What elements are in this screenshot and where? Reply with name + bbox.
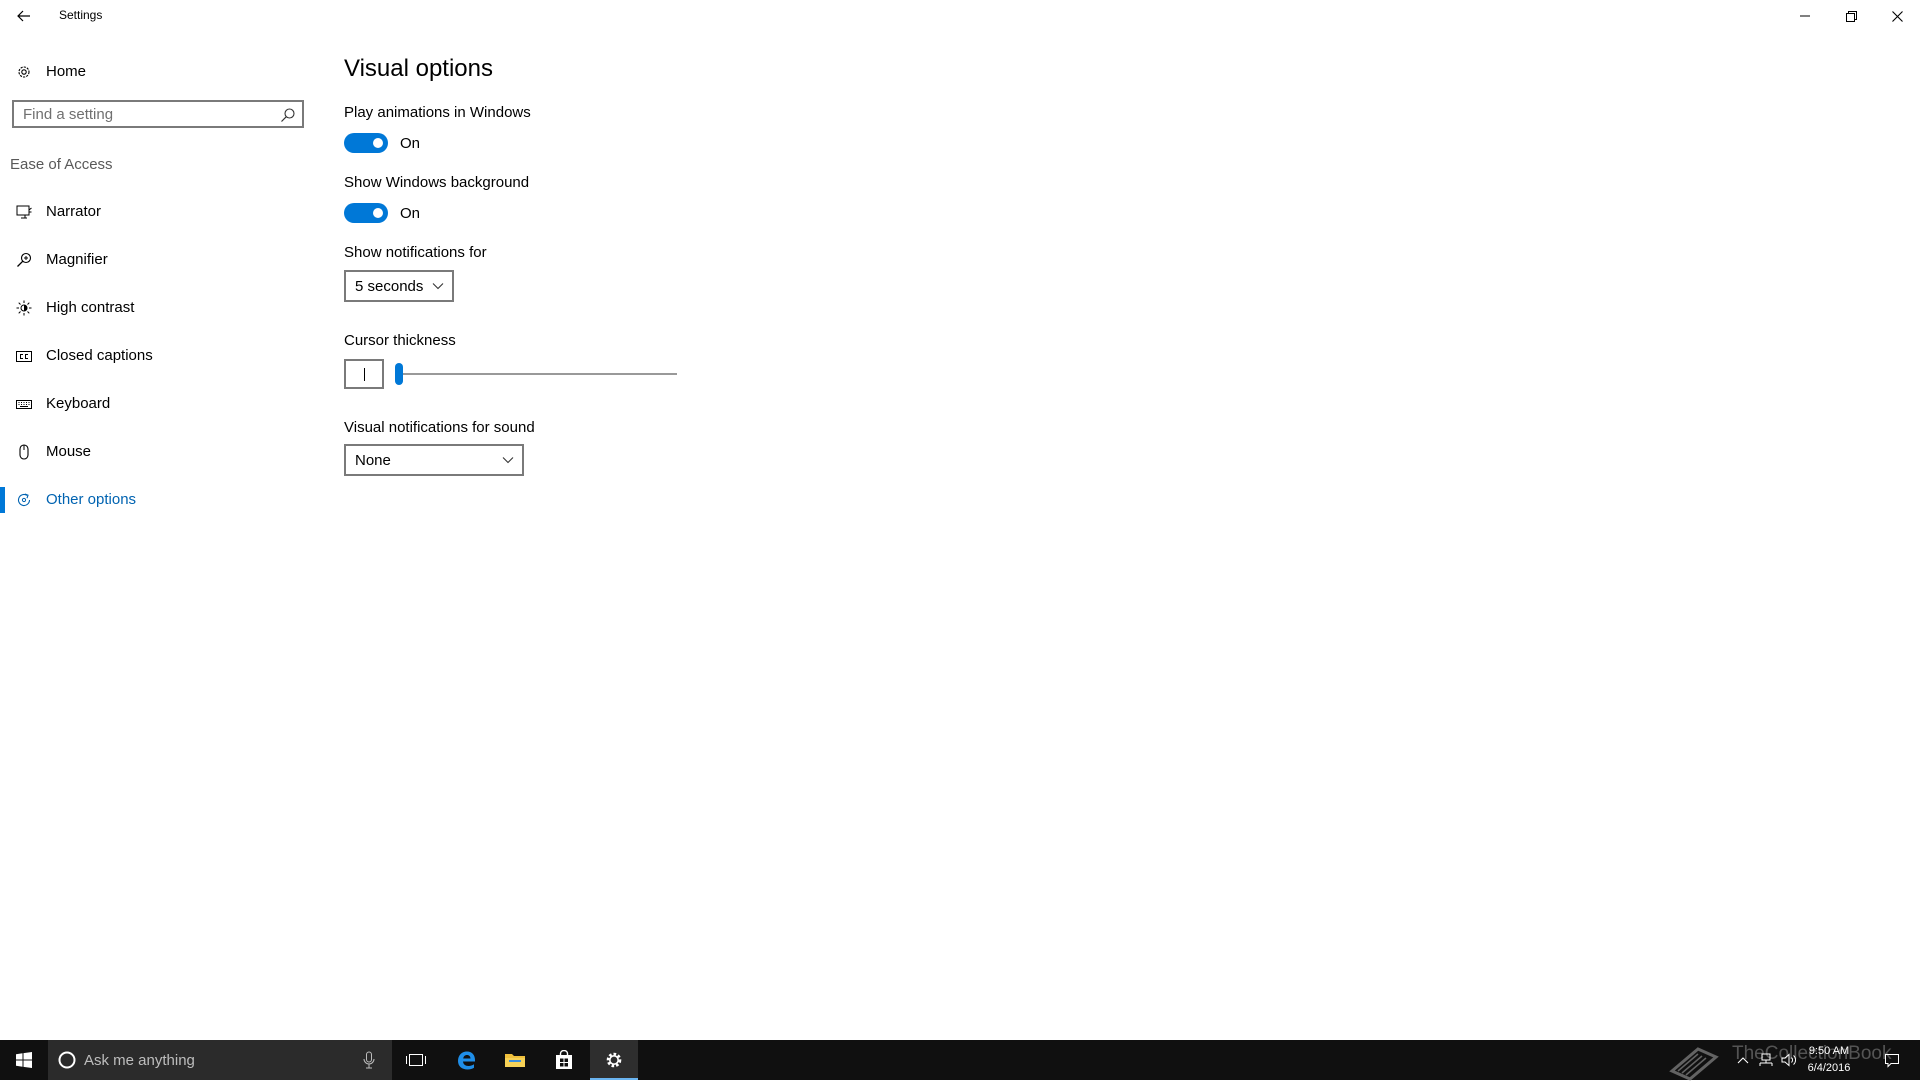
notifications-duration-dropdown[interactable]: 5 seconds [344, 270, 454, 302]
close-button[interactable] [1874, 0, 1920, 32]
cursor-thickness-preview [344, 359, 384, 389]
narrator-icon [15, 203, 33, 221]
close-icon [1891, 10, 1903, 22]
taskbar-clock[interactable]: 9:50 AM 6/4/2016 [1800, 1043, 1858, 1077]
visual-notifications-dropdown[interactable]: None [344, 444, 524, 476]
sidebar-item-label: Closed captions [46, 347, 153, 364]
store-bag-icon [556, 1050, 572, 1069]
toggle-switch[interactable] [344, 133, 388, 153]
sidebar-item-label: Mouse [46, 443, 92, 460]
sidebar-item-label: Keyboard [46, 395, 111, 412]
sidebar-item-label: Narrator [46, 203, 102, 220]
clock-time: 9:50 AM [1808, 1045, 1850, 1057]
mouse-icon [15, 443, 33, 461]
edge-icon [458, 1051, 475, 1070]
sidebar-item-label: High contrast [46, 299, 135, 316]
cursor-thickness-slider[interactable] [395, 359, 677, 389]
sidebar-item-magnifier[interactable]: Magnifier [0, 240, 320, 280]
taskbar-search-box[interactable]: Ask me anything [48, 1040, 392, 1080]
cortana-icon [58, 1051, 76, 1069]
back-button[interactable] [10, 0, 38, 32]
clock-date: 6/4/2016 [1807, 1062, 1851, 1074]
folder-icon [505, 1054, 525, 1067]
sidebar-item-home[interactable]: Home [0, 52, 320, 92]
sidebar-item-narrator[interactable]: Narrator [0, 192, 320, 232]
section-label-ease-of-access: Ease of Access [10, 156, 113, 173]
chevron-down-icon [432, 283, 444, 290]
task-view-button[interactable] [392, 1040, 440, 1080]
toggle-state-label: On [400, 205, 421, 222]
settings-gear-icon [606, 1052, 622, 1068]
visual-notifications-label: Visual notifications for sound [344, 419, 535, 436]
settings-taskbar-button[interactable] [590, 1040, 638, 1080]
page-title: Visual options [344, 55, 493, 82]
action-center-button[interactable] [1882, 1050, 1902, 1070]
other-options-icon [15, 491, 33, 509]
task-view-icon [406, 1054, 426, 1066]
microphone-icon[interactable] [362, 1051, 376, 1069]
chevron-down-icon [502, 457, 514, 464]
dropdown-value: 5 seconds [355, 278, 424, 295]
network-tray-button[interactable] [1756, 1050, 1776, 1070]
speaker-icon [1781, 1053, 1796, 1067]
active-indicator [0, 487, 5, 513]
closed-captions-icon [15, 347, 33, 365]
show-background-label: Show Windows background [344, 174, 530, 191]
minimize-button[interactable] [1782, 0, 1828, 32]
edge-browser-button[interactable] [442, 1040, 490, 1080]
sidebar-item-keyboard[interactable]: Keyboard [0, 384, 320, 424]
show-background-toggle[interactable]: On [344, 202, 434, 224]
sidebar-item-mouse[interactable]: Mouse [0, 432, 320, 472]
taskbar-search-placeholder: Ask me anything [84, 1052, 195, 1069]
action-center-icon [1885, 1054, 1899, 1068]
cursor-thickness-label: Cursor thickness [344, 332, 456, 349]
start-button[interactable] [0, 1040, 48, 1080]
sidebar-item-label: Home [46, 63, 87, 80]
toggle-switch[interactable] [344, 203, 388, 223]
text-cursor-preview [364, 368, 365, 381]
restore-icon [1845, 10, 1857, 22]
notifications-duration-label: Show notifications for [344, 244, 487, 261]
sidebar-item-label: Magnifier [46, 251, 108, 268]
settings-search-input[interactable] [23, 104, 273, 124]
window-title: Settings [59, 8, 103, 22]
watermark-book-icon [1669, 1047, 1719, 1081]
slider-track [395, 373, 677, 375]
chevron-up-icon [1737, 1057, 1749, 1064]
search-icon[interactable] [280, 107, 296, 123]
toggle-state-label: On [400, 135, 421, 152]
play-animations-label: Play animations in Windows [344, 104, 531, 121]
high-contrast-icon [15, 299, 33, 317]
sidebar-item-high-contrast[interactable]: High contrast [0, 288, 320, 328]
toggle-knob [373, 138, 383, 148]
magnifier-icon [15, 251, 33, 269]
back-arrow-icon [17, 10, 30, 22]
sidebar-item-other-options[interactable]: Other options [0, 480, 320, 520]
store-button[interactable] [540, 1040, 588, 1080]
toggle-knob [373, 208, 383, 218]
network-icon [1759, 1053, 1773, 1066]
volume-tray-button[interactable] [1779, 1050, 1799, 1070]
file-explorer-button[interactable] [491, 1040, 539, 1080]
sidebar-item-label: Other options [46, 491, 137, 508]
title-bar: Settings [0, 0, 1920, 32]
taskbar: Ask me anything TheCollectionBook 9:50 A… [0, 1040, 1920, 1081]
windows-logo-icon [16, 1052, 32, 1068]
dropdown-value: None [355, 452, 391, 469]
minimize-icon [1800, 15, 1810, 17]
gear-icon [15, 63, 33, 81]
sidebar-item-closed-captions[interactable]: Closed captions [0, 336, 320, 376]
slider-thumb[interactable] [395, 363, 403, 385]
settings-search-box [12, 100, 304, 128]
show-hidden-icons-button[interactable] [1733, 1050, 1753, 1070]
restore-button[interactable] [1828, 0, 1874, 32]
keyboard-icon [15, 395, 33, 413]
play-animations-toggle[interactable]: On [344, 132, 434, 154]
